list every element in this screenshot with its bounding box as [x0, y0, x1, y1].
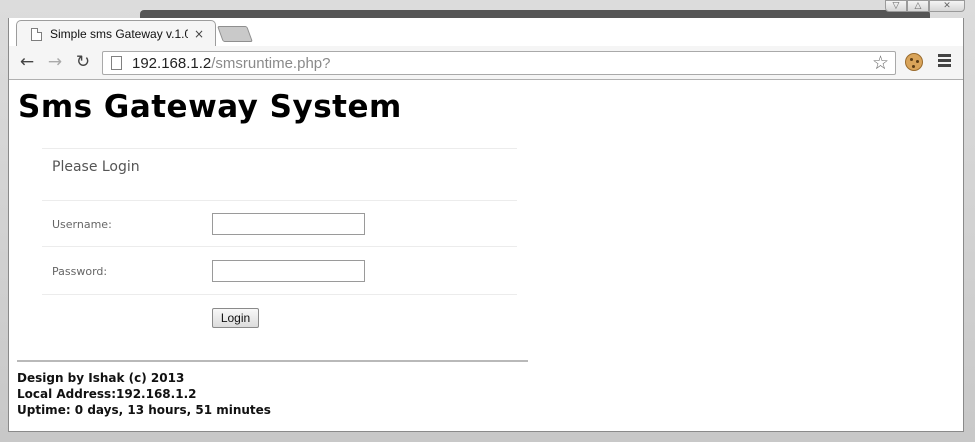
- username-field[interactable]: [212, 213, 365, 235]
- footer-divider: [17, 360, 528, 362]
- footer-design: Design by Ishak (c) 2013: [17, 371, 185, 385]
- back-icon[interactable]: ←: [17, 52, 37, 72]
- url-host: 192.168.1.2: [132, 54, 212, 72]
- divider: [42, 200, 517, 201]
- url-path: /smsruntime.php?: [211, 54, 331, 72]
- close-window-button[interactable]: ✕: [929, 0, 965, 12]
- divider: [42, 246, 517, 247]
- cookie-icon[interactable]: [905, 53, 923, 71]
- username-label: Username:: [52, 218, 112, 231]
- footer-local-address: Local Address:192.168.1.2: [17, 387, 197, 401]
- window-controls: ▽ △ ✕: [885, 0, 965, 12]
- page-icon: [111, 56, 122, 70]
- close-tab-icon[interactable]: ×: [194, 27, 204, 41]
- footer-uptime: Uptime: 0 days, 13 hours, 51 minutes: [17, 403, 271, 417]
- divider: [42, 148, 517, 149]
- maximize-button[interactable]: △: [907, 0, 929, 12]
- divider: [42, 294, 517, 295]
- password-label: Password:: [52, 265, 108, 278]
- page-title: Sms Gateway System: [18, 89, 402, 125]
- menu-icon[interactable]: [938, 54, 951, 57]
- new-tab-button[interactable]: [217, 26, 253, 42]
- minimize-button[interactable]: ▽: [885, 0, 907, 12]
- page-icon: [31, 27, 42, 41]
- password-field[interactable]: [212, 260, 365, 282]
- login-heading: Please Login: [52, 159, 140, 175]
- reload-icon[interactable]: ↻: [73, 52, 93, 72]
- browser-toolbar: ← → ↻ 192.168.1.2/smsruntime.php? ☆: [9, 46, 963, 80]
- star-icon[interactable]: ☆: [872, 52, 889, 74]
- login-button[interactable]: Login: [212, 308, 259, 328]
- page-content: Sms Gateway System Please Login Username…: [9, 81, 963, 431]
- tab-title: Simple sms Gateway v.1.0: [50, 27, 188, 41]
- forward-icon[interactable]: →: [45, 52, 65, 72]
- browser-tab[interactable]: Simple sms Gateway v.1.0 ×: [16, 20, 216, 47]
- address-bar[interactable]: 192.168.1.2/smsruntime.php? ☆: [102, 51, 896, 75]
- tab-strip: Simple sms Gateway v.1.0 ×: [8, 18, 964, 47]
